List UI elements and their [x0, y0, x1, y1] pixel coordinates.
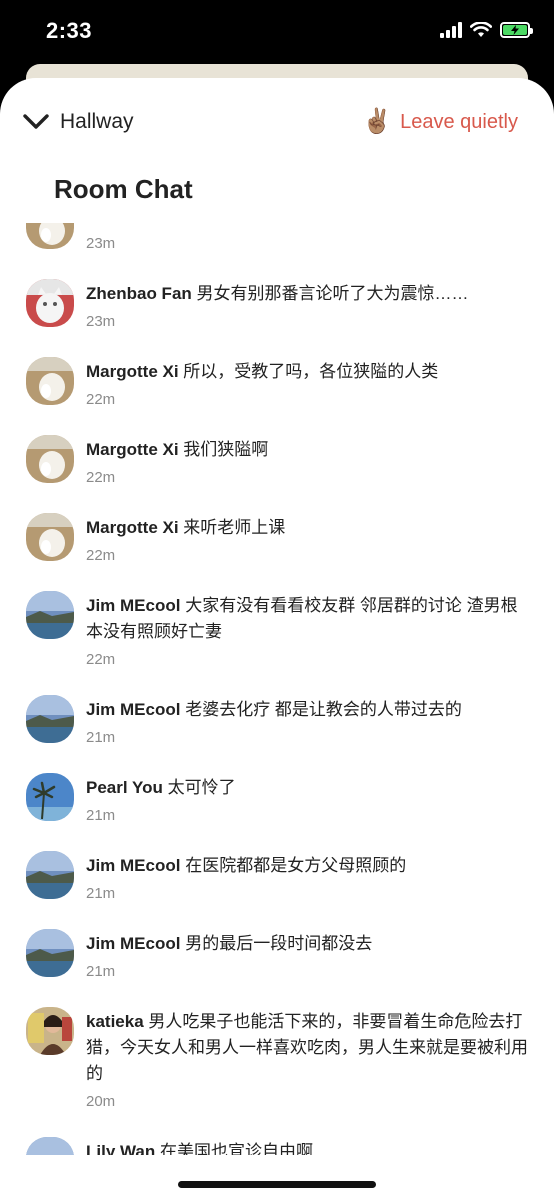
chat-message-list[interactable]: 23m Zhenbao Fan 男女有别那番言论听了大为震惊…… 23m Mar…	[0, 223, 554, 1155]
avatar[interactable]	[26, 279, 74, 327]
message-time: 21m	[86, 729, 116, 746]
avatar[interactable]	[26, 773, 74, 821]
avatar[interactable]	[26, 591, 74, 639]
message-time: 21m	[86, 885, 116, 902]
message-author[interactable]: Jim MEcool	[86, 934, 180, 953]
message-text: 来听老师上课	[183, 518, 286, 537]
room-sheet: Hallway ✌🏽 Leave quietly Room Chat 23m Z…	[0, 78, 554, 1200]
message-author[interactable]: Zhenbao Fan	[86, 284, 192, 303]
avatar[interactable]	[26, 513, 74, 561]
message-time: 22m	[86, 651, 116, 668]
status-time: 2:33	[46, 18, 93, 43]
room-chat-title: Room Chat	[54, 174, 193, 204]
avatar[interactable]	[26, 1007, 74, 1055]
home-indicator[interactable]	[178, 1181, 376, 1188]
message-text: 太可怜了	[167, 778, 236, 797]
status-icons	[440, 22, 533, 38]
message-author[interactable]: Jim MEcool	[86, 700, 180, 719]
avatar[interactable]	[26, 357, 74, 405]
message-text: 在美国也宣诊自由啊	[160, 1142, 313, 1155]
avatar[interactable]	[26, 695, 74, 743]
message-text: 男人吃果子也能活下来的，非要冒着生命危险去打猎，今天女人和男人一样喜欢吃肉，男人…	[86, 1012, 528, 1083]
message-time: 22m	[86, 391, 116, 408]
message-time: 21m	[86, 807, 116, 824]
message-text: 男女有别那番言论听了大为震惊……	[196, 284, 469, 303]
room-header: Hallway ✌🏽 Leave quietly	[0, 104, 554, 150]
message-author[interactable]: Jim MEcool	[86, 856, 180, 875]
leave-quietly-button[interactable]: ✌🏽 Leave quietly	[362, 110, 518, 134]
message-author[interactable]: Margotte Xi	[86, 518, 179, 537]
avatar[interactable]	[26, 223, 74, 249]
message-time: 20m	[86, 1093, 116, 1110]
message-author[interactable]: katieka	[86, 1012, 144, 1031]
message-text: 所以，受教了吗，各位狭隘的人类	[183, 362, 439, 381]
message-author[interactable]: Lily Wan	[86, 1142, 155, 1155]
cellular-signal-icon	[440, 22, 462, 38]
message-author[interactable]: Pearl You	[86, 778, 163, 797]
avatar[interactable]	[26, 435, 74, 483]
message-time: 23m	[86, 313, 116, 330]
peace-hand-icon: ✌🏽	[362, 108, 393, 135]
message-author[interactable]: Jim MEcool	[86, 596, 180, 615]
message-time: 23m	[86, 235, 116, 252]
message-time: 21m	[86, 963, 116, 980]
battery-charging-icon	[500, 22, 533, 38]
message-text: 在医院都都是女方父母照顾的	[185, 856, 407, 875]
message-text: 我们狭隘啊	[183, 440, 269, 459]
wifi-icon	[470, 22, 492, 37]
avatar[interactable]	[26, 1137, 74, 1155]
hallway-button[interactable]: Hallway	[22, 110, 134, 134]
message-text: 男的最后一段时间都没去	[185, 934, 373, 953]
message-text: 老婆去化疗 都是让教会的人带过去的	[185, 700, 462, 719]
avatar[interactable]	[26, 851, 74, 899]
message-time: 22m	[86, 469, 116, 486]
chevron-down-icon	[23, 114, 49, 129]
status-bar: 2:33	[0, 0, 554, 62]
leave-quietly-label: Leave quietly	[400, 110, 518, 133]
message-author[interactable]: Margotte Xi	[86, 440, 179, 459]
avatar[interactable]	[26, 929, 74, 977]
hallway-label: Hallway	[60, 110, 134, 133]
message-author[interactable]: Margotte Xi	[86, 362, 179, 381]
message-time: 22m	[86, 547, 116, 564]
